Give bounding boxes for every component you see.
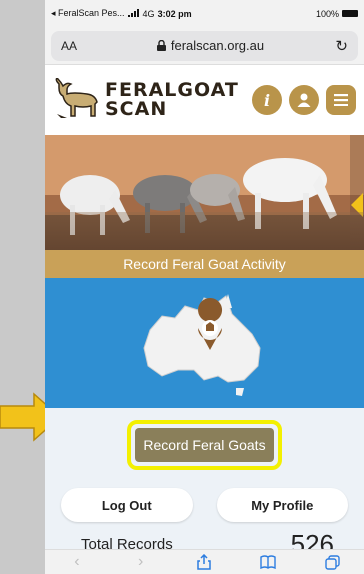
battery-icon bbox=[342, 10, 358, 17]
status-bar: ◂ FeralScan Pes... 4G 3:02 pm 100% bbox=[45, 0, 364, 27]
logo-wordmark: FERALGOAT SCAN bbox=[105, 81, 239, 119]
share-icon[interactable] bbox=[189, 554, 219, 570]
profile-button[interactable] bbox=[289, 85, 319, 115]
lock-icon bbox=[156, 40, 166, 51]
logout-button[interactable]: Log Out bbox=[61, 488, 193, 522]
clock: 3:02 pm bbox=[157, 8, 192, 19]
record-button-highlight: Record Feral Goats bbox=[127, 420, 282, 470]
profile-icon bbox=[297, 93, 311, 107]
map-section bbox=[45, 278, 364, 408]
back-icon[interactable]: ‹ bbox=[62, 553, 92, 571]
info-icon: i bbox=[263, 90, 271, 110]
banner-label: Record Feral Goat Activity bbox=[123, 256, 286, 272]
browser-toolbar: ‹ › bbox=[45, 549, 364, 574]
address-bar: AA feralscan.org.au ↻ bbox=[45, 27, 364, 65]
site-logo[interactable]: FERALGOAT SCAN bbox=[53, 78, 245, 122]
australia-map-icon bbox=[142, 294, 261, 396]
menu-icon bbox=[334, 94, 348, 106]
record-section: Record Feral Goats bbox=[45, 408, 364, 482]
site-header: FERALGOAT SCAN i bbox=[45, 65, 364, 135]
account-actions: Log Out My Profile bbox=[45, 482, 364, 528]
phone-screen: ◂ FeralScan Pes... 4G 3:02 pm 100% AA fe… bbox=[45, 0, 364, 574]
network-type: 4G bbox=[142, 8, 155, 19]
url-text: feralscan.org.au bbox=[170, 38, 265, 53]
back-to-app[interactable]: ◂ FeralScan Pes... bbox=[51, 8, 125, 19]
menu-button[interactable] bbox=[326, 85, 356, 115]
my-profile-button[interactable]: My Profile bbox=[216, 488, 348, 522]
hero-image bbox=[45, 135, 364, 250]
info-button[interactable]: i bbox=[252, 85, 282, 115]
logo-line2: SCAN bbox=[105, 98, 168, 120]
tabs-icon[interactable] bbox=[317, 554, 347, 570]
record-feral-goats-button[interactable]: Record Feral Goats bbox=[135, 428, 274, 462]
forward-icon[interactable]: › bbox=[126, 553, 156, 571]
text-size-button[interactable]: AA bbox=[61, 39, 91, 53]
reload-icon[interactable]: ↻ bbox=[330, 37, 348, 55]
goat-logo-icon bbox=[55, 78, 98, 118]
battery-percent: 100% bbox=[315, 8, 339, 19]
record-activity-banner[interactable]: Record Feral Goat Activity bbox=[45, 250, 364, 278]
bookmarks-icon[interactable] bbox=[253, 555, 283, 569]
url-field[interactable]: AA feralscan.org.au ↻ bbox=[51, 30, 358, 61]
signal-icon bbox=[127, 8, 140, 19]
